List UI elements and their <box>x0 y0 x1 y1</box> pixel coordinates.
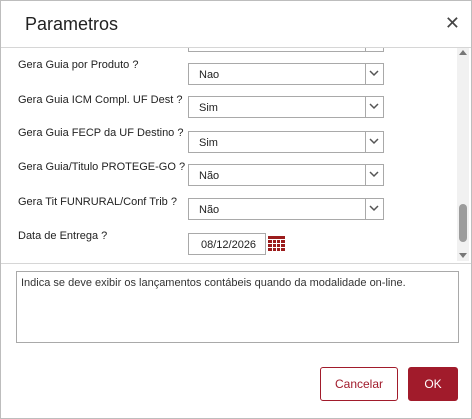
select-value: Sim <box>199 137 218 149</box>
select-guia-protege[interactable]: Não <box>188 164 384 186</box>
select-value: Não <box>199 204 220 216</box>
parameters-scroll-area[interactable]: Gera Guia por Produto ? Nao Gera Guia IC… <box>7 48 469 261</box>
field-label-produto: Gera Guia por Produto ? <box>18 59 139 71</box>
scroll-down-arrow-icon[interactable] <box>459 253 467 258</box>
chevron-down-icon[interactable] <box>365 64 383 84</box>
select-tit-funrural[interactable]: Não <box>188 198 384 220</box>
close-icon[interactable]: ✕ <box>445 13 460 34</box>
scroll-up-arrow-icon[interactable] <box>459 50 467 55</box>
field-label-protege: Gera Guia/Titulo PROTEGE-GO ? <box>18 161 186 173</box>
calendar-icon[interactable] <box>268 236 285 251</box>
content-divider <box>1 263 471 264</box>
chevron-down-icon[interactable] <box>365 165 383 185</box>
select-value: Nao <box>199 69 220 81</box>
select-guia-icm[interactable]: Sim <box>188 96 384 118</box>
select-value: Sim <box>199 102 218 114</box>
ok-button[interactable]: OK <box>408 367 458 401</box>
parametros-dialog: Parametros ✕ Gera Guia por Produto ? Nao… <box>0 0 472 419</box>
cancel-button[interactable]: Cancelar <box>320 367 398 401</box>
scrollbar-thumb[interactable] <box>459 204 467 242</box>
dialog-title: Parametros <box>25 14 119 34</box>
chevron-down-icon[interactable] <box>365 132 383 152</box>
field-label-fecp: Gera Guia FECP da UF Destino ? <box>18 127 184 139</box>
help-text-box: Indica se deve exibir os lançamentos con… <box>16 271 459 343</box>
date-input[interactable]: 08/12/2026 <box>188 233 266 255</box>
field-label-funrural: Gera Tit FUNRURAL/Conf Trib ? <box>18 196 177 208</box>
select-value: Não <box>199 170 220 182</box>
select-guia-fecp[interactable]: Sim <box>188 131 384 153</box>
dialog-header: Parametros ✕ <box>1 1 471 47</box>
chevron-down-icon[interactable] <box>365 97 383 117</box>
field-label-data-entrega: Data de Entrega ? <box>18 230 108 242</box>
scrollbar[interactable] <box>457 48 469 261</box>
select-guia-produto[interactable]: Nao <box>188 63 384 85</box>
chevron-down-icon[interactable] <box>365 199 383 219</box>
partial-select-above[interactable] <box>188 48 384 52</box>
field-label-icm: Gera Guia ICM Compl. UF Dest ? <box>18 94 183 106</box>
